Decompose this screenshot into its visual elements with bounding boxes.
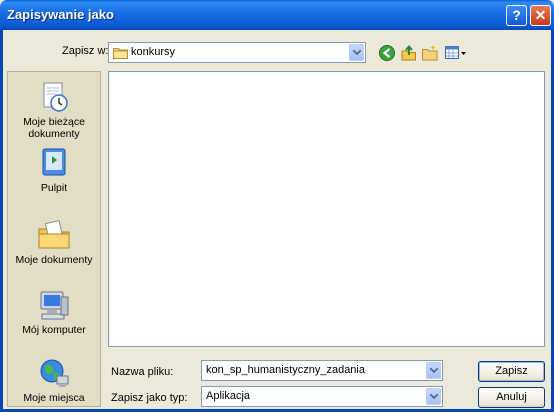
save-as-dialog: Zapisywanie jako ? ✕ Zapisz w: konkursy [0,0,554,412]
place-my-documents[interactable]: Moje dokumenty [8,218,100,266]
filetype-select[interactable]: Aplikacja [201,386,443,407]
my-documents-icon [38,220,70,249]
place-desktop[interactable]: Pulpit [8,146,100,194]
place-label: Moje miejsca [23,392,85,404]
title-bar[interactable]: Zapisywanie jako ? ✕ [0,0,554,30]
place-my-computer[interactable]: Mój komputer [8,288,100,336]
resize-grip-icon[interactable]: ⋰ [540,398,548,407]
place-recent-documents[interactable]: Moje bieżące dokumenty [8,80,100,140]
places-bar: Moje bieżące dokumenty Pulpit Moje dokum… [7,71,101,407]
place-label: Moje dokumenty [15,254,93,266]
save-button[interactable]: Zapisz [478,361,545,382]
folder-icon [113,48,128,59]
place-network-places[interactable]: Moje miejsca [8,356,100,404]
file-list[interactable] [108,71,545,347]
filetype-value: Aplikacja [206,390,251,402]
view-menu-icon[interactable] [444,44,466,62]
place-label: Moje bieżące dokumenty [23,116,85,140]
filename-combobox[interactable]: kon_sp_humanistyczny_zadania [201,360,443,381]
save-in-value: konkursy [131,46,176,58]
save-in-label: Zapisz w: [62,45,109,57]
up-folder-icon[interactable] [400,44,418,62]
cancel-button[interactable]: Anuluj [478,387,545,408]
network-places-icon [40,359,69,387]
place-label: Pulpit [40,182,68,194]
place-label: Mój komputer [22,324,86,336]
chevron-down-icon[interactable] [349,44,364,61]
save-in-combobox[interactable]: konkursy [108,42,366,63]
filetype-label: Zapisz jako typ: [111,392,188,404]
my-computer-icon [40,291,69,320]
new-folder-icon[interactable] [421,44,439,62]
window-title: Zapisywanie jako [7,7,114,22]
desktop-icon [42,148,66,176]
close-button[interactable]: ✕ [530,5,551,26]
help-button[interactable]: ? [506,5,527,26]
chevron-down-icon[interactable] [426,388,441,405]
filename-label: Nazwa pliku: [111,366,174,378]
chevron-down-icon[interactable] [426,362,441,379]
filename-value: kon_sp_humanistyczny_zadania [206,364,365,376]
window-border-left [0,30,3,412]
back-icon[interactable] [378,44,396,62]
recent-documents-icon [43,82,68,112]
